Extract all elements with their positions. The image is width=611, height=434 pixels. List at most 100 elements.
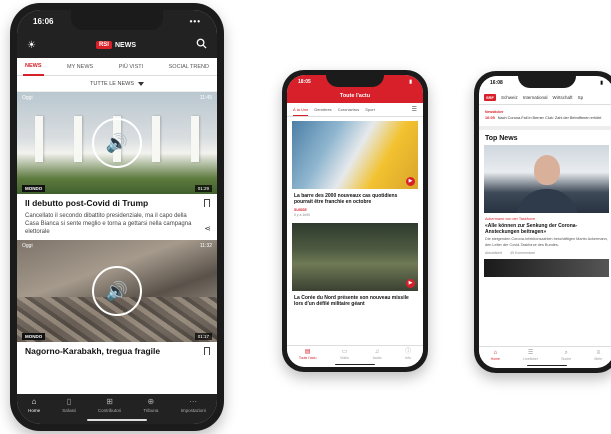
nav-label: Toute l'actu	[298, 356, 317, 360]
nav-home[interactable]: ⌂ Home	[28, 398, 41, 414]
status-time: 16:06	[33, 16, 54, 26]
phone-rsi-screen: 16:06 ••• ☀ RSI NEWS NEWS MY NEWS PIÙ VI…	[17, 10, 217, 424]
more-icon: ···	[189, 397, 198, 406]
tab-bar: NEWS MY NEWS PIÙ VISTI SOCIAL TREND	[17, 58, 217, 76]
nav-settings[interactable]: ··· Impostazioni	[181, 397, 206, 414]
nav-label: Suche	[561, 357, 572, 361]
next-article-image[interactable]	[484, 258, 609, 277]
nav-all-news[interactable]: ▤ Toute l'actu	[299, 349, 317, 360]
article-image[interactable]	[484, 144, 609, 213]
section-title: Top News	[485, 134, 518, 142]
duration-label: 01:17	[194, 333, 212, 341]
nav-label: Home	[490, 357, 500, 361]
tab-international[interactable]: International	[523, 95, 548, 100]
speaker-icon: 🔊	[105, 132, 129, 153]
nav-label: Liveticker	[523, 357, 538, 361]
article-card[interactable]: Oggi 11:45 🔊 MONDO 01:29 Il debutto post…	[17, 92, 217, 240]
phone-srf-screen: 16:08 ▮ SRF Schweiz International Wirtsc…	[479, 76, 611, 368]
duration-label: 01:29	[194, 185, 212, 192]
video-icon: ▶	[406, 278, 415, 288]
nav-audio[interactable]: ♫ Audio	[373, 349, 382, 360]
battery-icon: ▮	[600, 80, 603, 86]
app-logo: RSI NEWS	[95, 41, 136, 49]
status-time: 18:05	[298, 79, 311, 85]
image-tag: Oggi	[22, 243, 33, 250]
article-image[interactable]: ▶	[292, 222, 418, 291]
nav-saved[interactable]: ▯ Salvati	[62, 397, 76, 414]
nav-video[interactable]: ▭ Vidéo	[340, 349, 349, 360]
tab-news[interactable]: NEWS	[23, 58, 44, 76]
divider	[479, 125, 611, 130]
chevron-down-icon	[138, 81, 144, 86]
image-time: 11:32	[199, 243, 212, 250]
article-text: Il debutto post-Covid di Trump Cancellat…	[17, 194, 217, 240]
tab-most-viewed[interactable]: PIÙ VISTI	[117, 59, 145, 75]
phone-notch	[517, 76, 576, 88]
brightness-icon[interactable]: ☀	[27, 40, 36, 51]
news-icon: ▤	[304, 349, 311, 355]
article-title[interactable]: «Alle können zur Senkung der Corona-Anst…	[485, 223, 608, 236]
article-title[interactable]: Nagorno-Karabakh, tregua fragile	[25, 346, 209, 356]
bookmark-icon[interactable]	[204, 347, 210, 356]
nav-label: Home	[28, 408, 41, 413]
tab-social-trend[interactable]: SOCIAL TREND	[167, 59, 211, 75]
tab-schweiz[interactable]: Schweiz	[501, 95, 518, 100]
tab-sport[interactable]: Sport	[365, 104, 375, 115]
meta-comments[interactable]: 45 Kommentare	[510, 251, 535, 255]
article-image[interactable]: Oggi 11:45 🔊 MONDO 01:29	[17, 92, 217, 194]
home-indicator	[526, 364, 567, 366]
news-ticker[interactable]: 16:05 Nach Corona-Fall in Berner Club: Z…	[485, 116, 608, 121]
tab-coronavirus[interactable]: Coronavirus	[338, 104, 360, 115]
phone-rts: 18:05 ▮ Toute l'actu À la Une Dernières …	[282, 70, 428, 372]
article-image[interactable]: Oggi 11:32 🔊 MONDO 01:17	[17, 240, 217, 343]
category-badge: MONDO	[22, 333, 46, 341]
phone-rts-screen: 18:05 ▮ Toute l'actu À la Une Dernières …	[287, 75, 423, 367]
filter-label: TUTTE LE NEWS	[89, 80, 134, 87]
nav-search[interactable]: ⌕ Suche	[561, 350, 571, 361]
tab-bar: À la Une Dernières Coronavirus Sport ☰	[287, 103, 423, 117]
filter-icon[interactable]: ☰	[412, 103, 417, 116]
bookmark-icon[interactable]	[204, 199, 210, 207]
ticker-label: Newsticker	[485, 110, 504, 114]
category-badge: MONDO	[22, 185, 46, 192]
tab-sport[interactable]: Sp	[578, 95, 584, 100]
status-time: 16:08	[490, 80, 503, 86]
article-title[interactable]: La Corée du Nord présente son nouveau mi…	[294, 295, 416, 308]
more-icon: ≡	[596, 350, 601, 356]
bookmark-icon: ▯	[66, 397, 72, 406]
share-icon[interactable]: ⋖	[204, 224, 211, 233]
search-icon: ⌕	[564, 350, 568, 356]
ticker-text: Nach Corona-Fall in Berner Club: Zahl de…	[497, 116, 602, 120]
article-image[interactable]: ▶	[292, 121, 418, 189]
nav-info[interactable]: ⓘ Info	[405, 349, 411, 360]
image-tag: Oggi	[22, 95, 33, 101]
article-meta: Aktualisiert 45 Kommentare	[485, 251, 608, 255]
info-icon: ⓘ	[405, 349, 412, 355]
app-logo[interactable]: SRF	[484, 93, 496, 101]
nav-tribuna[interactable]: ⊕ Tribuna	[143, 398, 159, 414]
nav-liveticker[interactable]: ☰ Liveticker	[523, 350, 538, 361]
nav-more[interactable]: ≡ Mehr	[594, 350, 602, 361]
nav-label: Tribuna	[143, 408, 159, 413]
tab-a-la-une[interactable]: À la Une	[293, 104, 309, 116]
app-header: ☀ RSI NEWS	[17, 32, 217, 58]
nav-label: Mehr	[594, 357, 603, 361]
image-scene	[533, 154, 560, 185]
article-card[interactable]: Oggi 11:32 🔊 MONDO 01:17 Nagorno-Karabak…	[17, 240, 217, 360]
tab-my-news[interactable]: MY NEWS	[65, 59, 95, 75]
nav-label: Info	[405, 356, 412, 360]
tab-dernieres[interactable]: Dernières	[314, 104, 331, 115]
article-title[interactable]: Il debutto post-Covid di Trump	[25, 198, 209, 208]
tab-wirtschaft[interactable]: Wirtschaft	[553, 95, 573, 100]
nav-home[interactable]: ⌂ Home	[491, 350, 500, 361]
nav-contributors[interactable]: ⊞ Contributori	[98, 398, 121, 414]
news-filter-dropdown[interactable]: TUTTE LE NEWS	[17, 76, 217, 92]
search-icon[interactable]	[196, 36, 207, 54]
phone-notch	[326, 75, 384, 87]
article-title[interactable]: La barre des 2000 nouveaux cas quotidien…	[294, 193, 416, 206]
page-title: Toute l'actu	[287, 89, 423, 103]
article-text: Nagorno-Karabakh, tregua fragile	[17, 342, 217, 360]
list-icon: ☰	[527, 350, 534, 356]
nav-label: Vidéo	[340, 356, 349, 360]
play-audio-button[interactable]: 🔊	[92, 118, 142, 168]
